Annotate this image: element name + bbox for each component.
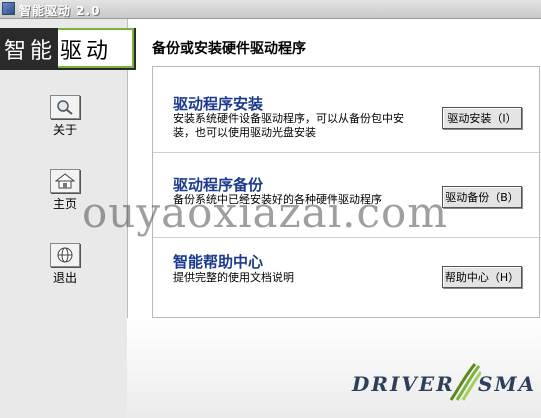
section-driver-install: 驱动程序安装 安装系统硬件设备驱动程序，可以从备份包中安装，也可以使用驱动光盘安…	[153, 67, 541, 153]
window-title: 智能驱动 2.0	[19, 4, 101, 18]
brand-logo: DRIVER SMA	[352, 372, 534, 396]
sidebar: 关于 主页 退出	[0, 19, 128, 418]
sidebar-item-label: 主页	[52, 197, 77, 211]
app-logo: 智能 驱动	[0, 28, 136, 70]
sidebar-item-label: 退出	[52, 271, 77, 285]
brand-text-2: SMA	[478, 372, 537, 396]
app-icon	[2, 2, 15, 15]
section-title: 智能帮助中心	[173, 253, 264, 271]
globe-icon	[50, 243, 80, 267]
logo-text-primary: 智能	[4, 39, 57, 64]
section-title: 驱动程序安装	[173, 95, 264, 113]
help-center-button[interactable]: 帮助中心（H）	[442, 266, 522, 288]
page-title: 备份或安装硬件驱动程序	[152, 41, 306, 57]
logo-text-secondary: 驱动	[60, 39, 113, 64]
section-help-center: 智能帮助中心 提供完整的使用文档说明 帮助中心（H）	[153, 237, 541, 322]
section-description: 备份系统中已经安装好的各种硬件驱动程序	[173, 193, 382, 206]
sidebar-item-exit[interactable]: 退出	[48, 243, 82, 286]
sidebar-item-label: 关于	[52, 123, 77, 137]
brand-swoosh-icon	[449, 363, 481, 401]
title-bar[interactable]: 智能驱动 2.0	[0, 0, 541, 19]
section-title: 驱动程序备份	[173, 176, 264, 194]
sidebar-item-home[interactable]: 主页	[48, 169, 82, 212]
section-driver-backup: 驱动程序备份 备份系统中已经安装好的各种硬件驱动程序 驱动备份（B）	[153, 152, 541, 238]
home-icon	[50, 169, 80, 193]
brand-text: DRIVER	[352, 372, 455, 396]
magnifier-icon	[50, 95, 80, 119]
driver-backup-button[interactable]: 驱动备份（B）	[442, 186, 522, 208]
driver-install-button[interactable]: 驱动安装（I）	[442, 107, 522, 129]
main-panel: 驱动程序安装 安装系统硬件设备驱动程序，可以从备份包中安装，也可以使用驱动光盘安…	[152, 66, 541, 318]
section-description: 提供完整的使用文档说明	[173, 271, 294, 284]
section-description: 安装系统硬件设备驱动程序，可以从备份包中安装，也可以使用驱动光盘安装	[173, 112, 404, 139]
sidebar-item-about[interactable]: 关于	[48, 95, 82, 138]
